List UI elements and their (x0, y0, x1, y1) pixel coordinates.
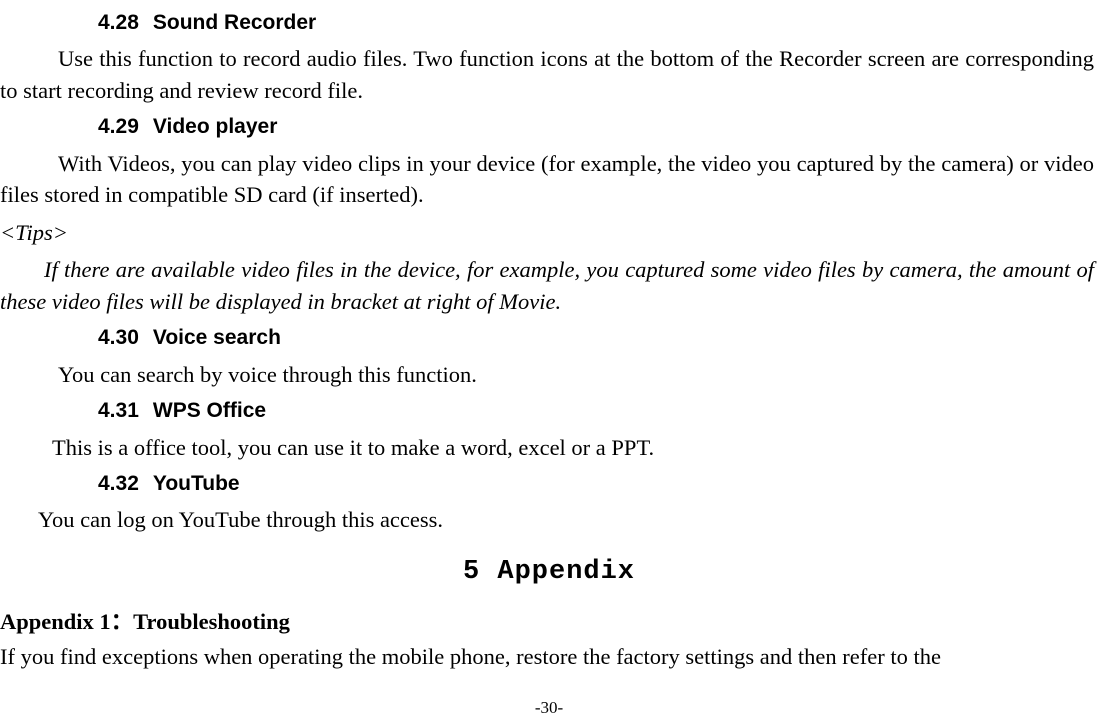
paragraph-4-32: You can log on YouTube through this acce… (0, 504, 1098, 536)
tips-label: <Tips> (0, 217, 1098, 249)
heading-number: 4.28 (98, 8, 139, 37)
heading-title: WPS Office (153, 399, 266, 422)
page-number: -30- (0, 696, 1098, 720)
tips-body: If there are available video files in th… (0, 254, 1098, 317)
heading-number: 4.31 (98, 396, 139, 425)
document-page: 4.28 Sound Recorder Use this function to … (0, 0, 1098, 673)
heading-4-31: 4.31 WPS Office (98, 396, 1098, 425)
heading-4-29: 4.29 Video player (98, 112, 1098, 141)
paragraph-4-29: With Videos, you can play video clips in… (0, 148, 1098, 211)
appendix-subheading: Appendix 1：Troubleshooting (0, 606, 1098, 638)
appendix-title: 5 Appendix (0, 554, 1098, 592)
heading-number: 4.30 (98, 323, 139, 352)
paragraph-4-31: This is a office tool, you can use it to… (0, 432, 1098, 464)
heading-title: Video player (153, 115, 278, 138)
heading-title: YouTube (153, 472, 240, 495)
paragraph-4-30: You can search by voice through this fun… (0, 359, 1098, 391)
heading-number: 4.32 (98, 469, 139, 498)
heading-4-32: 4.32 YouTube (98, 469, 1098, 498)
paragraph-4-28: Use this function to record audio files.… (0, 43, 1098, 106)
heading-4-30: 4.30 Voice search (98, 323, 1098, 352)
heading-title: Sound Recorder (153, 11, 316, 34)
heading-title: Voice search (153, 326, 281, 349)
appendix-body: If you find exceptions when operating th… (0, 641, 1098, 673)
heading-number: 4.29 (98, 112, 139, 141)
heading-4-28: 4.28 Sound Recorder (98, 8, 1098, 37)
